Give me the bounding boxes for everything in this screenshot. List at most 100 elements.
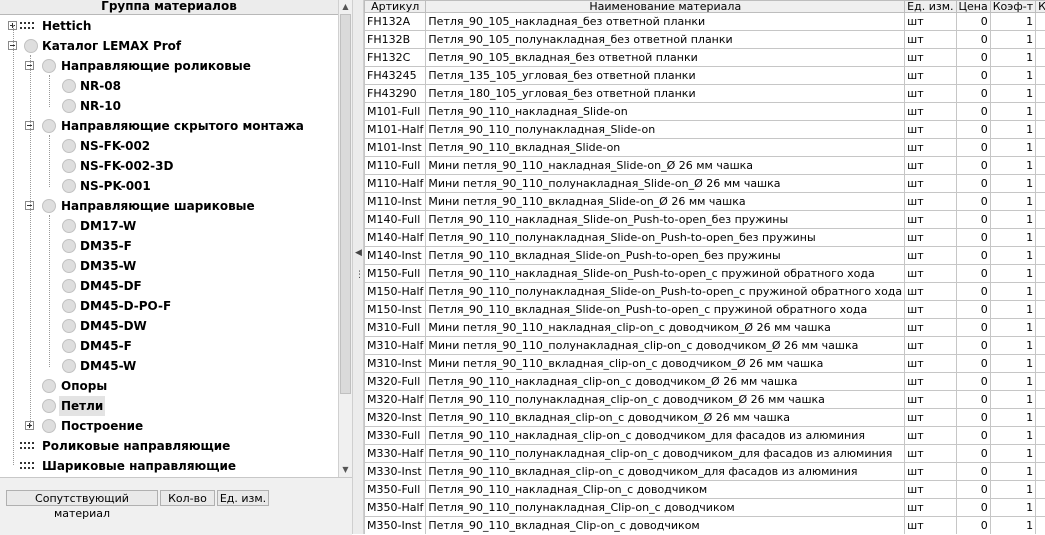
cell-article[interactable]: M330-Full <box>365 427 426 445</box>
cell-name[interactable]: Петля_90_110_полунакладная_clip-on_с дов… <box>426 391 905 409</box>
cell-coefficient[interactable]: 1 <box>990 517 1035 535</box>
cell-price[interactable]: 0 <box>956 445 990 463</box>
cell-class[interactable] <box>1036 175 1045 193</box>
cell-name[interactable]: Петля_90_105_накладная_без ответной план… <box>426 13 905 31</box>
table-row[interactable]: FH132BПетля_90_105_полунакладная_без отв… <box>365 31 1045 49</box>
cell-price[interactable]: 0 <box>956 193 990 211</box>
tree-node[interactable]: Направляющие скрытого монтажа <box>0 116 338 136</box>
cell-unit[interactable]: шт <box>905 139 956 157</box>
cell-unit[interactable]: шт <box>905 247 956 265</box>
cell-article[interactable]: M110-Full <box>365 157 426 175</box>
cell-class[interactable] <box>1036 319 1045 337</box>
tree-node[interactable]: Направляющие роликовые <box>0 56 338 76</box>
cell-unit[interactable]: шт <box>905 121 956 139</box>
cell-class[interactable] <box>1036 517 1045 535</box>
cell-name[interactable]: Мини петля_90_110_накладная_Slide-on_Ø 2… <box>426 157 905 175</box>
table-row[interactable]: M140-InstПетля_90_110_вкладная_Slide-on_… <box>365 247 1045 265</box>
tree-node[interactable]: NS-FK-002 <box>0 136 338 156</box>
cell-name[interactable]: Мини петля_90_110_вкладная_Slide-on_Ø 26… <box>426 193 905 211</box>
cell-class[interactable] <box>1036 247 1045 265</box>
table-row[interactable]: M150-FullПетля_90_110_накладная_Slide-on… <box>365 265 1045 283</box>
cell-article[interactable]: M330-Inst <box>365 463 426 481</box>
tree-vertical-scrollbar[interactable]: ▲ ▼ <box>338 0 352 477</box>
cell-price[interactable]: 0 <box>956 355 990 373</box>
cell-class[interactable] <box>1036 103 1045 121</box>
cell-name[interactable]: Мини петля_90_110_полунакладная_Slide-on… <box>426 175 905 193</box>
cell-price[interactable]: 0 <box>956 247 990 265</box>
cell-price[interactable]: 0 <box>956 103 990 121</box>
cell-class[interactable] <box>1036 229 1045 247</box>
tree-node[interactable]: NR-10 <box>0 96 338 116</box>
cell-price[interactable]: 0 <box>956 211 990 229</box>
tree-node[interactable]: Роликовые направляющие <box>0 436 338 456</box>
cell-price[interactable]: 0 <box>956 463 990 481</box>
cell-article[interactable]: M101-Full <box>365 103 426 121</box>
table-row[interactable]: FH132CПетля_90_105_вкладная_без ответной… <box>365 49 1045 67</box>
cell-class[interactable] <box>1036 463 1045 481</box>
tree-node[interactable]: Направляющие шариковые <box>0 196 338 216</box>
tab-related-material[interactable]: Сопутствующий материал <box>6 490 158 506</box>
table-row[interactable]: M140-FullПетля_90_110_накладная_Slide-on… <box>365 211 1045 229</box>
cell-name[interactable]: Петля_90_110_вкладная_clip-on_с доводчик… <box>426 463 905 481</box>
cell-name[interactable]: Петля_90_110_вкладная_clip-on_с доводчик… <box>426 409 905 427</box>
cell-coefficient[interactable]: 1 <box>990 427 1035 445</box>
tree-node[interactable]: DM45-DF <box>0 276 338 296</box>
tab-unit[interactable]: Ед. изм. <box>217 490 269 506</box>
cell-article[interactable]: M140-Full <box>365 211 426 229</box>
table-row[interactable]: M101-InstПетля_90_110_вкладная_Slide-onш… <box>365 139 1045 157</box>
tree-node[interactable]: DM45-DW <box>0 316 338 336</box>
pane-splitter[interactable]: ◀ ⋮ <box>352 0 364 534</box>
table-row[interactable]: FH43290Петля_180_105_угловая_без ответно… <box>365 85 1045 103</box>
cell-name[interactable]: Петля_90_110_вкладная_Slide-on <box>426 139 905 157</box>
tree-node[interactable]: NR-08 <box>0 76 338 96</box>
cell-article[interactable]: M150-Full <box>365 265 426 283</box>
cell-price[interactable]: 0 <box>956 319 990 337</box>
tree-node[interactable]: DM35-W <box>0 256 338 276</box>
cell-name[interactable]: Петля_90_110_полунакладная_Slide-on_Push… <box>426 229 905 247</box>
cell-unit[interactable]: шт <box>905 391 956 409</box>
cell-class[interactable] <box>1036 211 1045 229</box>
cell-article[interactable]: M110-Half <box>365 175 426 193</box>
cell-name[interactable]: Петля_90_110_вкладная_Slide-on_Push-to-o… <box>426 301 905 319</box>
column-header-article[interactable]: Артикул <box>365 1 426 13</box>
tree-node[interactable]: Шариковые направляющие <box>0 456 338 476</box>
cell-coefficient[interactable]: 1 <box>990 445 1035 463</box>
cell-unit[interactable]: шт <box>905 463 956 481</box>
cell-article[interactable]: M350-Full <box>365 481 426 499</box>
cell-price[interactable]: 0 <box>956 391 990 409</box>
cell-coefficient[interactable]: 1 <box>990 337 1035 355</box>
table-row[interactable]: M140-HalfПетля_90_110_полунакладная_Slid… <box>365 229 1045 247</box>
cell-name[interactable]: Петля_90_105_вкладная_без ответной планк… <box>426 49 905 67</box>
cell-name[interactable]: Петля_90_110_вкладная_Slide-on_Push-to-o… <box>426 247 905 265</box>
cell-article[interactable]: M320-Inst <box>365 409 426 427</box>
cell-name[interactable]: Петля_90_110_полунакладная_Clip-on_с дов… <box>426 499 905 517</box>
cell-name[interactable]: Петля_90_110_накладная_clip-on_с доводчи… <box>426 373 905 391</box>
table-row[interactable]: M310-FullМини петля_90_110_накладная_cli… <box>365 319 1045 337</box>
cell-coefficient[interactable]: 1 <box>990 481 1035 499</box>
cell-coefficient[interactable]: 1 <box>990 355 1035 373</box>
cell-price[interactable]: 0 <box>956 85 990 103</box>
cell-price[interactable]: 0 <box>956 67 990 85</box>
cell-price[interactable]: 0 <box>956 517 990 535</box>
tree-node[interactable]: DM35-F <box>0 236 338 256</box>
table-row[interactable]: M350-FullПетля_90_110_накладная_Clip-on_… <box>365 481 1045 499</box>
cell-unit[interactable]: шт <box>905 427 956 445</box>
table-row[interactable]: FH132AПетля_90_105_накладная_без ответно… <box>365 13 1045 31</box>
cell-article[interactable]: M310-Full <box>365 319 426 337</box>
cell-price[interactable]: 0 <box>956 139 990 157</box>
cell-unit[interactable]: шт <box>905 67 956 85</box>
cell-name[interactable]: Петля_90_110_вкладная_Clip-on_с доводчик… <box>426 517 905 535</box>
cell-article[interactable]: M320-Half <box>365 391 426 409</box>
cell-coefficient[interactable]: 1 <box>990 247 1035 265</box>
cell-unit[interactable]: шт <box>905 319 956 337</box>
cell-name[interactable]: Петля_90_110_накладная_Slide-on <box>426 103 905 121</box>
cell-unit[interactable]: шт <box>905 373 956 391</box>
cell-article[interactable]: M150-Half <box>365 283 426 301</box>
cell-article[interactable]: M140-Half <box>365 229 426 247</box>
cell-article[interactable]: M101-Inst <box>365 139 426 157</box>
cell-coefficient[interactable]: 1 <box>990 31 1035 49</box>
cell-name[interactable]: Петля_90_110_полунакладная_Slide-on_Push… <box>426 283 905 301</box>
cell-class[interactable] <box>1036 427 1045 445</box>
column-header-unit[interactable]: Ед. изм. <box>905 1 956 13</box>
cell-coefficient[interactable]: 1 <box>990 157 1035 175</box>
